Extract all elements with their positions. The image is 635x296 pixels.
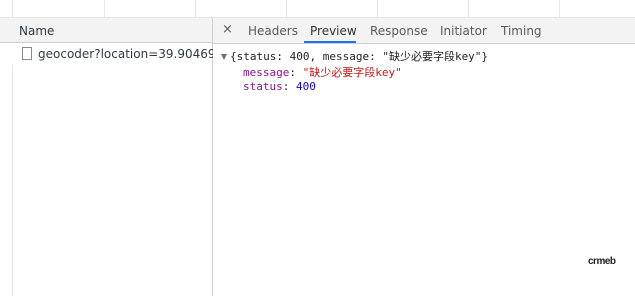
column-divider [12,65,13,296]
tab-timing[interactable]: Timing [501,24,542,38]
request-list-pane: Name geocoder?location=39.90469,... [0,18,231,296]
timeline-gridline [195,0,196,17]
timeline-gridline [468,0,469,17]
json-property-status: status: 400 [243,80,316,93]
timeline-gridline [12,0,13,17]
request-details-pane: × Headers Preview Response Initiator Tim… [213,18,635,296]
request-list-header[interactable]: Name [0,18,212,43]
tab-response[interactable]: Response [370,24,428,38]
devtools-network-panel: Name geocoder?location=39.90469,... × He… [0,0,635,296]
watermark-logo: crmeb [588,256,616,267]
expand-triangle-icon[interactable] [221,54,227,60]
timeline-gridline [104,0,105,17]
tab-preview[interactable]: Preview [310,24,357,38]
request-row[interactable]: geocoder?location=39.90469,... [12,43,231,65]
json-value-message: "缺少必要字段key" [302,66,402,79]
tab-headers[interactable]: Headers [248,24,298,38]
json-property-message: message: "缺少必要字段key" [243,66,402,79]
details-tabbar: × Headers Preview Response Initiator Tim… [213,18,635,44]
timeline-gridline [286,0,287,17]
close-details-icon[interactable]: × [222,22,233,37]
document-icon [22,47,32,60]
json-value-status: 400 [296,80,316,93]
timeline-gridline [377,0,378,17]
timeline-gridline [559,0,560,17]
name-column-header[interactable]: Name [19,24,54,38]
active-tab-indicator [304,41,356,43]
network-timeline-overview[interactable] [0,0,635,18]
json-summary[interactable]: {status: 400, message: "缺少必要字段key"} [230,48,488,64]
tab-initiator[interactable]: Initiator [440,24,487,38]
json-key-message: message [243,66,290,79]
json-key-status: status [243,80,283,93]
json-preview: {status: 400, message: "缺少必要字段key"} mess… [213,44,635,296]
request-name[interactable]: geocoder?location=39.90469,... [38,47,231,61]
